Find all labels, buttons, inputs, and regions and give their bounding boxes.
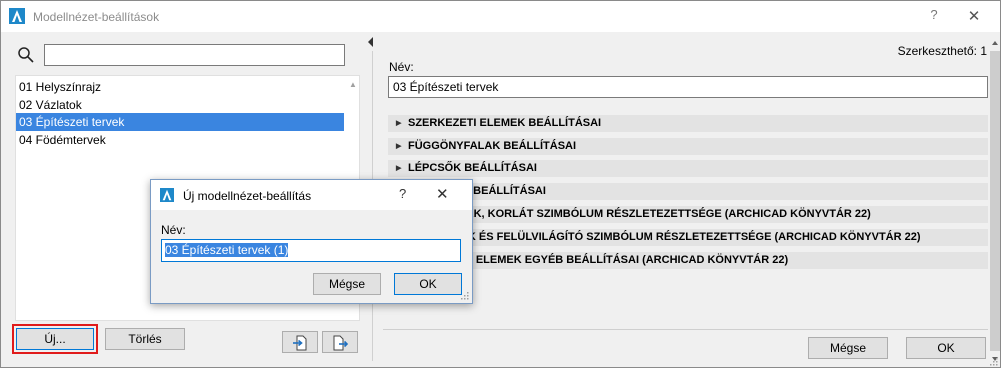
dialog-cancel-button[interactable]: Mégse	[313, 273, 381, 295]
section-header[interactable]: ▶ TETŐABLAK ÉS FELÜLVILÁGÍTÓ SZIMBÓLUM R…	[388, 229, 988, 246]
expand-arrow-icon: ▶	[396, 165, 402, 172]
section-label: AJTÓ, ABLAK, KORLÁT SZIMBÓLUM RÉSZLETEZE…	[408, 208, 871, 220]
resize-grip-icon[interactable]	[988, 356, 998, 366]
section-label: LÉPCSŐK BEÁLLÍTÁSAI	[408, 162, 537, 174]
expand-arrow-icon: ▶	[396, 120, 402, 127]
dialog-ok-button[interactable]: OK	[394, 273, 462, 295]
window-title: Modellnézet-beállítások	[33, 10, 160, 24]
export-button[interactable]	[322, 331, 358, 353]
list-item[interactable]: 01 Helyszínrajz	[16, 78, 344, 96]
new-button[interactable]: Új...	[16, 328, 94, 350]
export-icon	[333, 335, 348, 351]
scroll-up-arrow-icon[interactable]: ▲	[347, 78, 359, 92]
section-label: TETŐABLAK ÉS FELÜLVILÁGÍTÓ SZIMBÓLUM RÉS…	[408, 231, 921, 243]
name-input[interactable]	[388, 76, 988, 98]
ok-button[interactable]: OK	[906, 337, 986, 359]
expand-arrow-icon: ▶	[396, 143, 402, 150]
archicad-logo-icon	[9, 8, 25, 24]
footer-divider	[383, 329, 988, 330]
close-button[interactable]: ✕	[967, 7, 981, 25]
editable-count: Szerkeszthető: 1	[897, 44, 987, 58]
list-item-selected[interactable]: 03 Építészeti tervek	[16, 113, 344, 131]
search-icon	[18, 47, 34, 63]
list-item[interactable]: 04 Födémtervek	[16, 131, 344, 149]
section-header[interactable]: ▶ LÉPCSŐK BEÁLLÍTÁSAI	[388, 160, 988, 177]
help-button[interactable]: ?	[927, 7, 941, 25]
dialog-close-button[interactable]: ✕	[436, 185, 449, 203]
selected-text: 03 Építészeti tervek (1)	[165, 243, 289, 257]
list-item[interactable]: 02 Vázlatok	[16, 96, 344, 114]
dialog-title-bar: Új modellnézet-beállítás ? ✕	[151, 180, 472, 210]
section-label: SZERKEZETI ELEMEK BEÁLLÍTÁSAI	[408, 117, 602, 129]
dialog-name-input[interactable]: 03 Építészeti tervek (1)	[161, 239, 461, 262]
name-label: Név:	[389, 60, 414, 74]
import-icon	[293, 335, 307, 351]
import-button[interactable]	[282, 331, 318, 353]
resize-grip-icon[interactable]	[459, 290, 469, 300]
section-header[interactable]: ▶ SZERKEZETI ELEMEK BEÁLLÍTÁSAI	[388, 115, 988, 132]
section-header[interactable]: ▶ AJTÓ, ABLAK, KORLÁT SZIMBÓLUM RÉSZLETE…	[388, 206, 988, 223]
section-header[interactable]: ▶ FÜGGÖNYFALAK BEÁLLÍTÁSAI	[388, 138, 988, 155]
delete-button[interactable]: Törlés	[105, 328, 185, 350]
dialog-name-label: Név:	[161, 223, 186, 237]
new-view-option-dialog: Új modellnézet-beállítás ? ✕ Név: 03 Épí…	[150, 179, 473, 304]
search-input[interactable]	[44, 44, 345, 66]
collapse-panel-arrow-icon[interactable]	[367, 37, 375, 47]
section-header[interactable]: ▶ KORLÁTOK BEÁLLÍTÁSAI	[388, 183, 988, 200]
vertical-scrollbar[interactable]	[989, 37, 1001, 367]
cancel-button[interactable]: Mégse	[808, 337, 888, 359]
section-header[interactable]: ▶ KÖNYVTÁRI ELEMEK EGYÉB BEÁLLÍTÁSAI (AR…	[388, 252, 988, 269]
dialog-help-button[interactable]: ?	[399, 186, 406, 201]
section-label: FÜGGÖNYFALAK BEÁLLÍTÁSAI	[408, 140, 577, 152]
title-bar: Modellnézet-beállítások ? ✕	[1, 1, 1000, 32]
archicad-logo-icon	[160, 188, 174, 202]
dialog-title: Új modellnézet-beállítás	[183, 189, 312, 203]
